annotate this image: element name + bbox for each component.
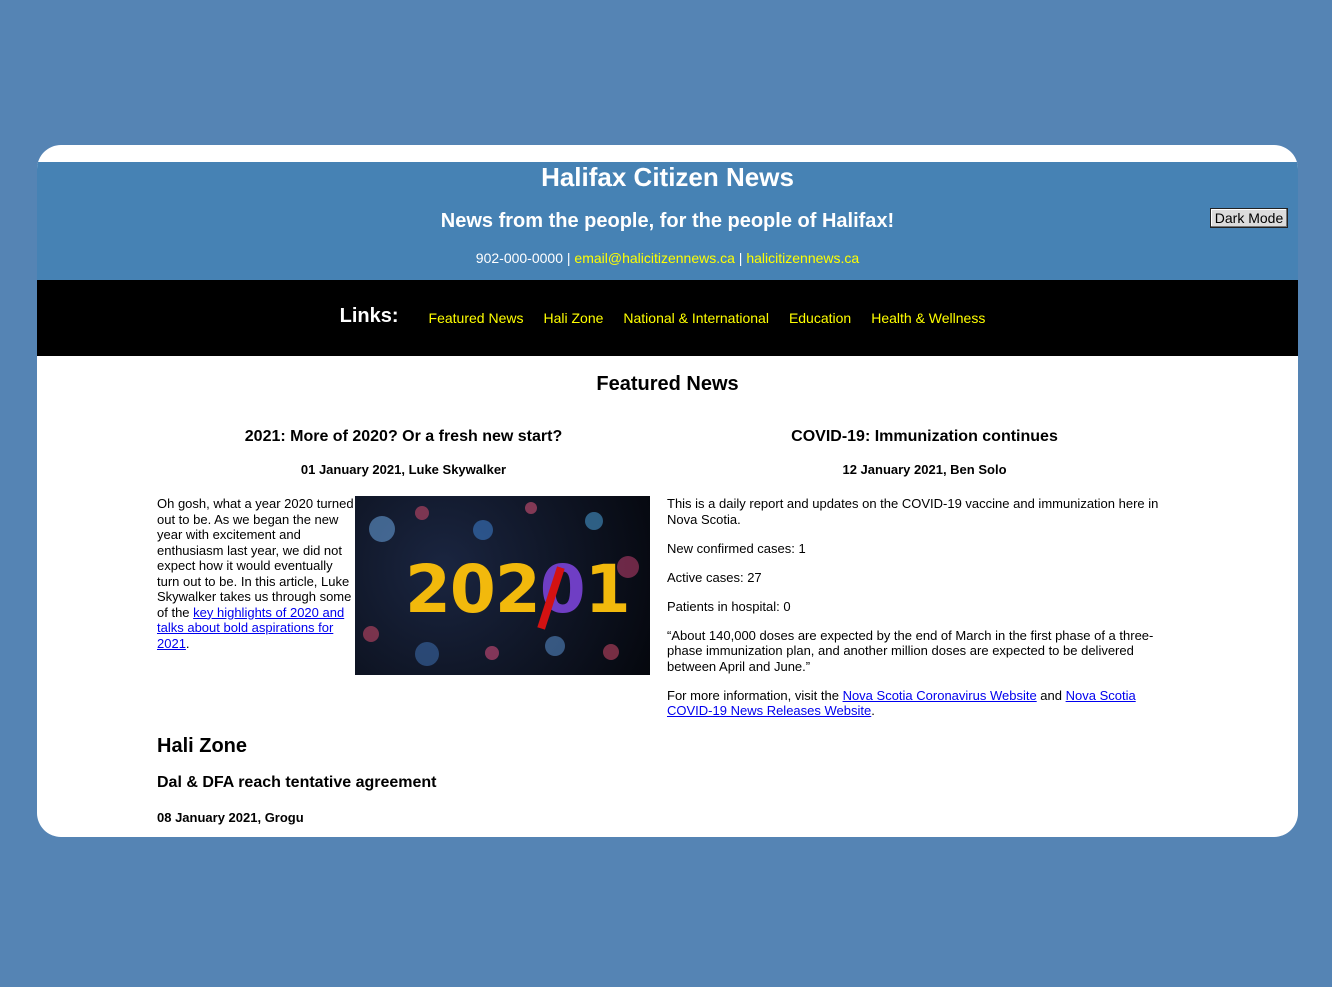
website-link[interactable]: halicitizennews.ca — [746, 250, 859, 266]
contact-line: 902-000-0000 | email@halicitizennews.ca … — [37, 250, 1298, 266]
article-text-body: Oh gosh, what a year 2020 turned out to … — [157, 496, 354, 620]
more-info-line: For more information, visit the Nova Sco… — [667, 687, 1136, 719]
hali-zone-article-byline: 08 January 2021, Grogu — [157, 810, 304, 825]
article-byline: 01 January 2021, Luke Skywalker — [300, 462, 507, 477]
active-cases-stat: Active cases: 27 — [667, 569, 762, 585]
hospital-stat: Patients in hospital: 0 — [667, 598, 791, 614]
article-quote: “About 140,000 doses are expected by the… — [667, 627, 1154, 674]
nav-title: Links: — [339, 304, 399, 327]
featured-news-heading: Featured News — [596, 373, 739, 395]
site-header: Halifax Citizen News News from the peopl… — [37, 162, 1298, 280]
phone-number: 902-000-0000 — [475, 250, 563, 266]
article-byline: 12 January 2021, Ben Solo — [842, 462, 1007, 477]
nav-link-health-wellness[interactable]: Health & Wellness — [871, 310, 985, 326]
separator: | — [734, 250, 747, 266]
hali-zone-heading: Hali Zone — [157, 735, 248, 757]
links-nav: Links: Featured News Hali Zone National … — [37, 280, 1298, 356]
article-title: 2021: More of 2020? Or a fresh new start… — [244, 428, 563, 445]
nav-link-featured-news[interactable]: Featured News — [429, 310, 524, 326]
ns-coronavirus-link[interactable]: Nova Scotia Coronavirus Website — [843, 688, 1037, 703]
article-intro: This is a daily report and updates on th… — [667, 496, 1159, 527]
nav-link-education[interactable]: Education — [789, 310, 851, 326]
article-title: COVID-19: Immunization continues — [791, 428, 1058, 445]
year-2021-image: 20201 — [355, 496, 650, 675]
site-title: Halifax Citizen News — [541, 162, 794, 192]
email-link[interactable]: email@halicitizennews.ca — [574, 250, 735, 266]
article-body: This is a daily report and updates on th… — [667, 496, 1182, 719]
separator: | — [562, 250, 575, 266]
browser-viewport: Halifax Citizen News News from the peopl… — [37, 145, 1298, 837]
site-tagline: News from the people, for the people of … — [440, 210, 895, 232]
dark-mode-button[interactable]: Dark Mode — [1210, 208, 1288, 228]
article-2021: 2021: More of 2020? Or a fresh new start… — [157, 427, 650, 676]
article-covid: COVID-19: Immunization continues 12 Janu… — [667, 427, 1182, 732]
nav-link-hali-zone[interactable]: Hali Zone — [543, 310, 603, 326]
article-body: Oh gosh, what a year 2020 turned out to … — [157, 496, 650, 676]
article-text-end: . — [185, 635, 190, 651]
new-cases-stat: New confirmed cases: 1 — [667, 540, 806, 556]
nav-link-national-international[interactable]: National & International — [623, 310, 769, 326]
year-text: 20201 — [405, 551, 631, 628]
article-text: Oh gosh, what a year 2020 turned out to … — [157, 496, 355, 651]
hali-zone-article-title: Dal & DFA reach tentative agreement — [157, 774, 437, 791]
